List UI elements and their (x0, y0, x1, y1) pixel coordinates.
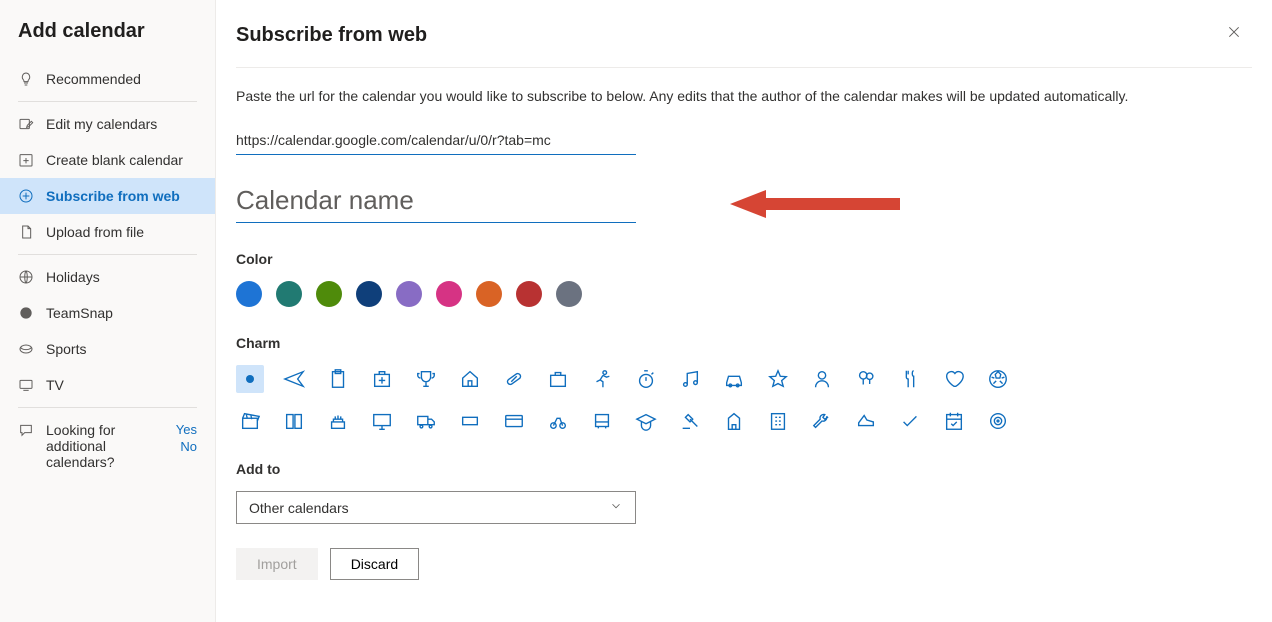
charm-music-icon[interactable] (676, 365, 704, 393)
charm-apartment-icon[interactable] (764, 407, 792, 435)
looking-text: Looking for additional calendars? (46, 422, 164, 470)
charm-calendar-icon[interactable] (940, 407, 968, 435)
sidebar-item-label: Sports (46, 341, 86, 357)
discard-button[interactable]: Discard (330, 548, 419, 580)
charm-firstaid-icon[interactable] (368, 365, 396, 393)
sports-icon (18, 341, 34, 357)
charm-dot-icon[interactable] (236, 365, 264, 393)
url-input[interactable] (236, 128, 636, 155)
charm-bicycle-icon[interactable] (544, 407, 572, 435)
color-swatch-pink[interactable] (436, 281, 462, 307)
color-swatch-orange[interactable] (476, 281, 502, 307)
sidebar-item-looking-for-more: Looking for additional calendars? Yes No (0, 412, 215, 480)
sidebar-item-label: Recommended (46, 71, 141, 87)
charm-book-icon[interactable] (280, 407, 308, 435)
sidebar-item-label: Create blank calendar (46, 152, 183, 168)
charm-gavel-icon[interactable] (676, 407, 704, 435)
charm-gradcap-icon[interactable] (632, 407, 660, 435)
charm-balloons-icon[interactable] (852, 365, 880, 393)
add-to-dropdown[interactable]: Other calendars (236, 491, 636, 524)
import-button: Import (236, 548, 318, 580)
charm-car-icon[interactable] (720, 365, 748, 393)
add-to-label: Add to (236, 461, 1252, 477)
charm-briefcase-icon[interactable] (544, 365, 572, 393)
sidebar-item-label: Edit my calendars (46, 116, 157, 132)
charm-bus-icon[interactable] (588, 407, 616, 435)
sidebar-item-label: TeamSnap (46, 305, 113, 321)
sidebar-title: Add calendar (0, 20, 215, 61)
color-label: Color (236, 251, 1252, 267)
charm-soccer-icon[interactable] (984, 365, 1012, 393)
looking-no-link[interactable]: No (180, 439, 197, 454)
main-pane: Subscribe from web Paste the url for the… (216, 0, 1272, 622)
charm-cake-icon[interactable] (324, 407, 352, 435)
bulb-icon (18, 71, 34, 87)
teamsnap-icon (18, 305, 34, 321)
sidebar-item-sports[interactable]: Sports (0, 331, 215, 367)
charm-stopwatch-icon[interactable] (632, 365, 660, 393)
chevron-down-icon (609, 499, 623, 516)
charm-home-icon[interactable] (456, 365, 484, 393)
charm-grid (236, 365, 1016, 435)
charm-wrench-icon[interactable] (808, 407, 836, 435)
color-swatch-blue[interactable] (236, 281, 262, 307)
charm-trophy-icon[interactable] (412, 365, 440, 393)
charm-clapboard-icon[interactable] (236, 407, 264, 435)
close-button[interactable] (1226, 24, 1250, 48)
sidebar-item-holidays[interactable]: Holidays (0, 259, 215, 295)
charm-checkmark-icon[interactable] (896, 407, 924, 435)
color-swatch-red[interactable] (516, 281, 542, 307)
color-swatch-purple[interactable] (396, 281, 422, 307)
charm-clipboard-icon[interactable] (324, 365, 352, 393)
file-icon (18, 224, 34, 240)
sidebar-item-label: Upload from file (46, 224, 144, 240)
sidebar-item-label: Holidays (46, 269, 100, 285)
color-swatches (236, 281, 1252, 307)
page-title: Subscribe from web (236, 24, 1252, 47)
sidebar-item-subscribe-web[interactable]: Subscribe from web (0, 178, 215, 214)
description-text: Paste the url for the calendar you would… (236, 88, 1252, 104)
charm-ticket-icon[interactable] (456, 407, 484, 435)
color-swatch-green[interactable] (316, 281, 342, 307)
web-icon (18, 188, 34, 204)
charm-truck-icon[interactable] (412, 407, 440, 435)
sidebar: Add calendar Recommended Edit my calenda… (0, 0, 216, 622)
charm-pill-icon[interactable] (500, 365, 528, 393)
globe-icon (18, 269, 34, 285)
charm-label: Charm (236, 335, 1252, 351)
sidebar-item-recommended[interactable]: Recommended (0, 61, 215, 97)
charm-airplane-icon[interactable] (280, 365, 308, 393)
charm-person-icon[interactable] (808, 365, 836, 393)
sidebar-item-create-blank[interactable]: Create blank calendar (0, 142, 215, 178)
charm-monitor-icon[interactable] (368, 407, 396, 435)
plus-calendar-icon (18, 152, 34, 168)
sidebar-item-edit-calendars[interactable]: Edit my calendars (0, 106, 215, 142)
edit-calendar-icon (18, 116, 34, 132)
annotation-arrow (730, 186, 900, 225)
charm-star-icon[interactable] (764, 365, 792, 393)
charm-fork-icon[interactable] (896, 365, 924, 393)
comment-icon (18, 422, 34, 438)
charm-running-icon[interactable] (588, 365, 616, 393)
tv-icon (18, 377, 34, 393)
charm-creditcard-icon[interactable] (500, 407, 528, 435)
looking-yes-link[interactable]: Yes (176, 422, 197, 437)
charm-shoe-icon[interactable] (852, 407, 880, 435)
sidebar-item-label: TV (46, 377, 64, 393)
color-swatch-gray[interactable] (556, 281, 582, 307)
sidebar-item-upload-file[interactable]: Upload from file (0, 214, 215, 250)
color-swatch-navy[interactable] (356, 281, 382, 307)
sidebar-item-tv[interactable]: TV (0, 367, 215, 403)
sidebar-item-teamsnap[interactable]: TeamSnap (0, 295, 215, 331)
charm-heart-icon[interactable] (940, 365, 968, 393)
sidebar-item-label: Subscribe from web (46, 188, 180, 204)
calendar-name-input[interactable] (236, 181, 636, 223)
charm-target-icon[interactable] (984, 407, 1012, 435)
color-swatch-teal[interactable] (276, 281, 302, 307)
add-to-value: Other calendars (249, 500, 349, 516)
charm-building-icon[interactable] (720, 407, 748, 435)
